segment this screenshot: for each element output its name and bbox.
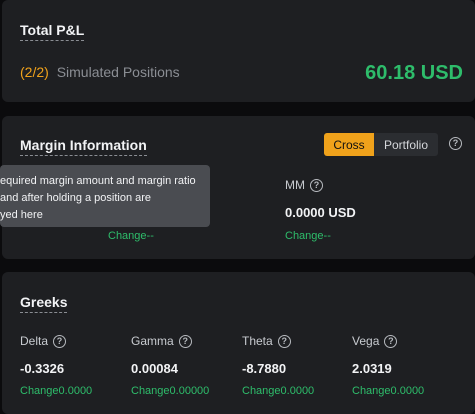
cross-button[interactable]: Cross — [324, 133, 374, 156]
vega-label-group: Vega ? — [352, 334, 398, 348]
gamma-change: Change0.00000 — [131, 385, 210, 397]
im-change: Change-- — [108, 230, 154, 242]
tooltip-line: and after holding a position are — [0, 192, 152, 204]
total-pnl-value: 60.18 USD — [365, 62, 463, 84]
mm-label-group: MM ? — [285, 178, 323, 192]
total-pnl-card: Total P&L (2/2) Simulated Positions 60.1… — [2, 0, 475, 102]
theta-label: Theta — [242, 334, 273, 348]
tooltip-line: equired margin amount and margin ratio — [0, 175, 196, 187]
positions-label: Simulated Positions — [56, 64, 180, 80]
question-circle-icon[interactable]: ? — [53, 334, 67, 348]
tooltip-line: yed here — [0, 209, 43, 221]
mm-label: MM — [285, 178, 305, 192]
greeks-title: Greeks — [20, 294, 68, 313]
gamma-label: Gamma — [131, 334, 174, 348]
question-circle-icon[interactable]: ? — [384, 334, 398, 348]
greeks-card: Greeks Delta ? -0.3326 Change0.0000 Gamm… — [2, 272, 475, 414]
margin-mode-toggle: Cross Portfolio — [324, 133, 438, 156]
portfolio-button[interactable]: Portfolio — [374, 133, 438, 156]
simulated-positions-row: (2/2) Simulated Positions — [20, 62, 180, 82]
vega-label: Vega — [352, 334, 380, 348]
vega-value: 2.0319 — [352, 361, 392, 376]
total-pnl-title[interactable]: Total P&L — [20, 22, 85, 41]
positions-count: (2/2) — [20, 64, 49, 80]
question-circle-icon[interactable]: ? — [449, 137, 462, 150]
margin-tooltip: equired margin amount and margin ratio a… — [0, 165, 210, 227]
theta-value: -8.7880 — [242, 361, 287, 376]
gamma-label-group: Gamma ? — [131, 334, 192, 348]
delta-label-group: Delta ? — [20, 334, 67, 348]
vega-change: Change0.0000 — [352, 385, 425, 397]
mm-value: 0.0000 USD — [285, 205, 356, 220]
delta-change: Change0.0000 — [20, 385, 93, 397]
delta-label: Delta — [20, 334, 49, 348]
mm-change: Change-- — [285, 230, 331, 242]
delta-value: -0.3326 — [20, 361, 65, 376]
theta-change: Change0.0000 — [242, 385, 315, 397]
question-circle-icon[interactable]: ? — [310, 178, 323, 192]
question-circle-icon[interactable]: ? — [277, 334, 291, 348]
theta-label-group: Theta ? — [242, 334, 291, 348]
question-circle-icon[interactable]: ? — [178, 334, 192, 348]
margin-information-title[interactable]: Margin Information — [20, 137, 147, 156]
gamma-value: 0.00084 — [131, 361, 178, 376]
